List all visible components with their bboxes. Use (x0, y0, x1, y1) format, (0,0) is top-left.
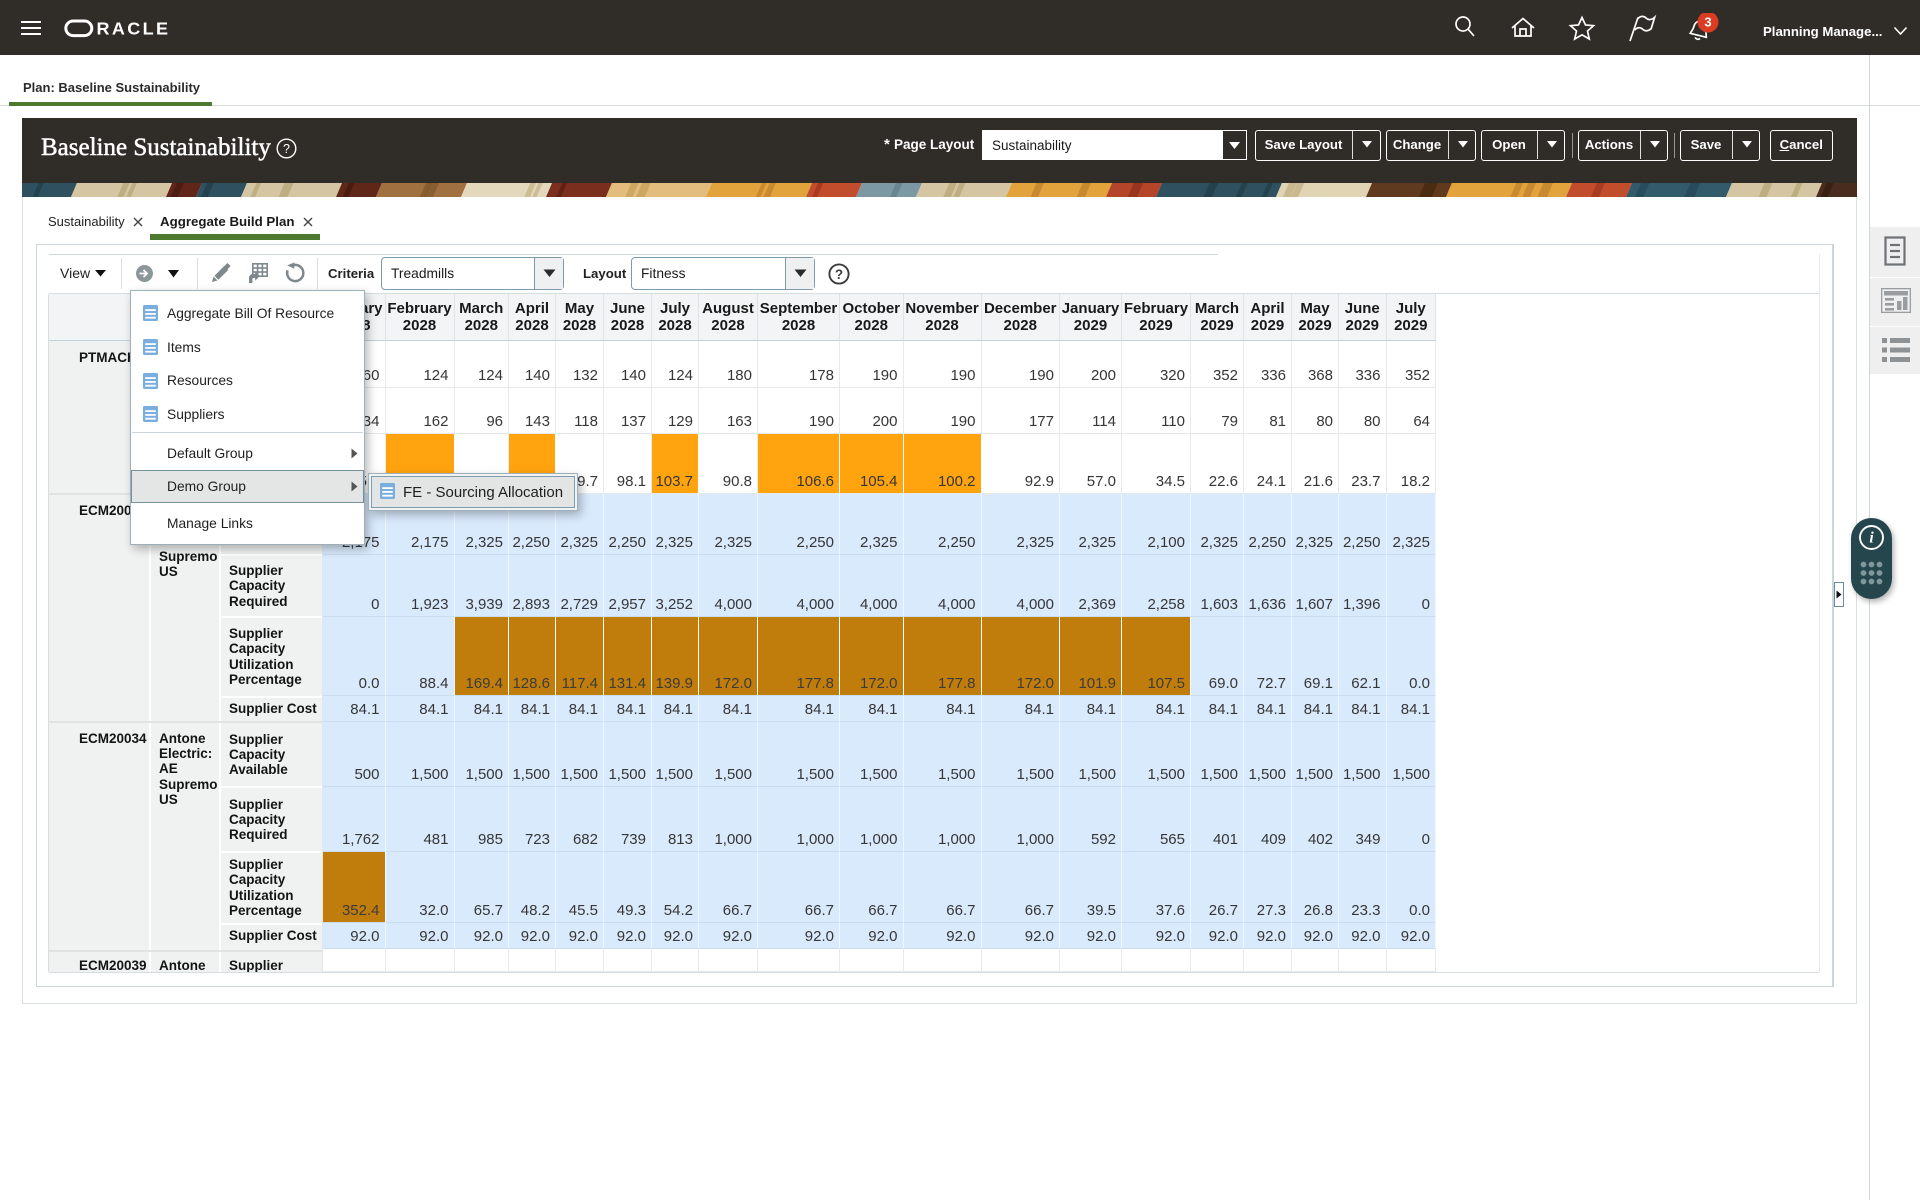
svg-text:3: 3 (1704, 15, 1711, 30)
svg-text:RACLE: RACLE (97, 19, 171, 38)
svg-text:?: ? (283, 142, 290, 156)
svg-text:?: ? (835, 267, 843, 282)
